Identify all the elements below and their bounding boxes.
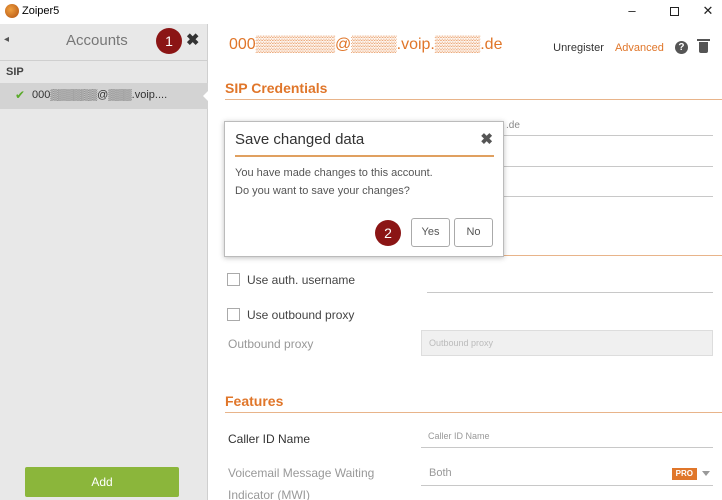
voicemail-mwi-label-cont: Indicator (MWI) <box>228 488 311 500</box>
advanced-link[interactable]: Advanced <box>615 42 664 54</box>
help-icon[interactable]: ? <box>674 41 688 54</box>
header-actions: Unregister Advanced ? <box>545 39 710 54</box>
outbound-proxy-checkbox[interactable] <box>227 308 240 321</box>
close-window-button[interactable]: ✕ <box>694 0 722 24</box>
close-accounts-icon[interactable]: ✖ <box>186 30 199 50</box>
dialog-close-icon[interactable]: ✖ <box>480 130 493 148</box>
section-divider <box>225 412 722 413</box>
sidebar-title: Accounts <box>66 32 128 49</box>
caller-id-input[interactable]: Caller ID Name <box>421 424 713 448</box>
dialog-divider <box>235 155 494 157</box>
outbound-proxy-input: Outbound proxy <box>421 330 713 356</box>
auth-username-field-line[interactable] <box>427 292 713 293</box>
title-bar: Zoiper5 – ✕ <box>0 0 722 24</box>
back-arrow-icon[interactable]: ◂ <box>4 34 9 45</box>
domain-field-value: .de <box>506 120 520 131</box>
password-field-line[interactable] <box>503 196 713 197</box>
sidebar-item-sip-account[interactable]: ✔ 000▒▒▒▒▒▒@▒▒▒.voip.... <box>0 83 209 109</box>
caller-id-label: Caller ID Name <box>228 432 311 446</box>
trash-icon[interactable] <box>697 39 710 53</box>
domain-field-line[interactable] <box>503 135 713 136</box>
account-title: 000▒▒▒▒▒▒▒@▒▒▒▒.voip.▒▒▒▒.de <box>229 36 503 53</box>
maximize-button[interactable] <box>652 0 696 24</box>
dialog-title: Save changed data <box>235 131 365 148</box>
sip-section-header: SIP <box>0 60 208 82</box>
step-badge-2: 2 <box>375 220 401 246</box>
no-button[interactable]: No <box>454 218 493 247</box>
account-details-panel: 000▒▒▒▒▒▒▒@▒▒▒▒.voip.▒▒▒▒.de Unregister … <box>209 24 722 500</box>
pro-badge: PRO <box>671 468 697 480</box>
accounts-sidebar: ◂ Accounts 1 ✖ SIP ✔ 000▒▒▒▒▒▒@▒▒▒.voip.… <box>0 24 209 500</box>
maximize-icon <box>669 7 679 17</box>
step-badge-1: 1 <box>156 28 182 54</box>
unregister-link[interactable]: Unregister <box>553 42 604 54</box>
checkmark-icon: ✔ <box>15 88 26 102</box>
yes-button[interactable]: Yes <box>411 218 450 247</box>
add-account-button[interactable]: Add <box>25 467 179 497</box>
outbound-proxy-label: Outbound proxy <box>228 337 314 351</box>
voicemail-mwi-value: Both <box>429 467 452 479</box>
outbound-proxy-checkbox-label: Use outbound proxy <box>247 308 355 322</box>
auth-username-checkbox[interactable] <box>227 273 240 286</box>
app-logo-icon <box>5 4 19 18</box>
window-title: Zoiper5 <box>22 5 60 17</box>
dialog-message-line2: Do you want to save your changes? <box>235 185 410 197</box>
voicemail-mwi-select[interactable]: Both PRO <box>421 460 713 486</box>
save-changes-dialog: Save changed data ✖ You have made change… <box>224 121 504 257</box>
auth-username-label: Use auth. username <box>247 273 356 287</box>
sidebar-header: ◂ Accounts 1 ✖ <box>0 24 208 58</box>
features-heading: Features <box>225 393 284 409</box>
chevron-down-icon <box>702 471 710 476</box>
username-field-line[interactable] <box>503 166 713 167</box>
dialog-message-line1: You have made changes to this account. <box>235 167 433 179</box>
voicemail-mwi-label: Voicemail Message Waiting <box>228 466 375 480</box>
section-divider <box>225 99 722 100</box>
account-label: 000▒▒▒▒▒▒@▒▒▒.voip.... <box>32 89 168 101</box>
minimize-button[interactable]: – <box>610 0 654 24</box>
sip-credentials-heading: SIP Credentials <box>225 80 328 96</box>
